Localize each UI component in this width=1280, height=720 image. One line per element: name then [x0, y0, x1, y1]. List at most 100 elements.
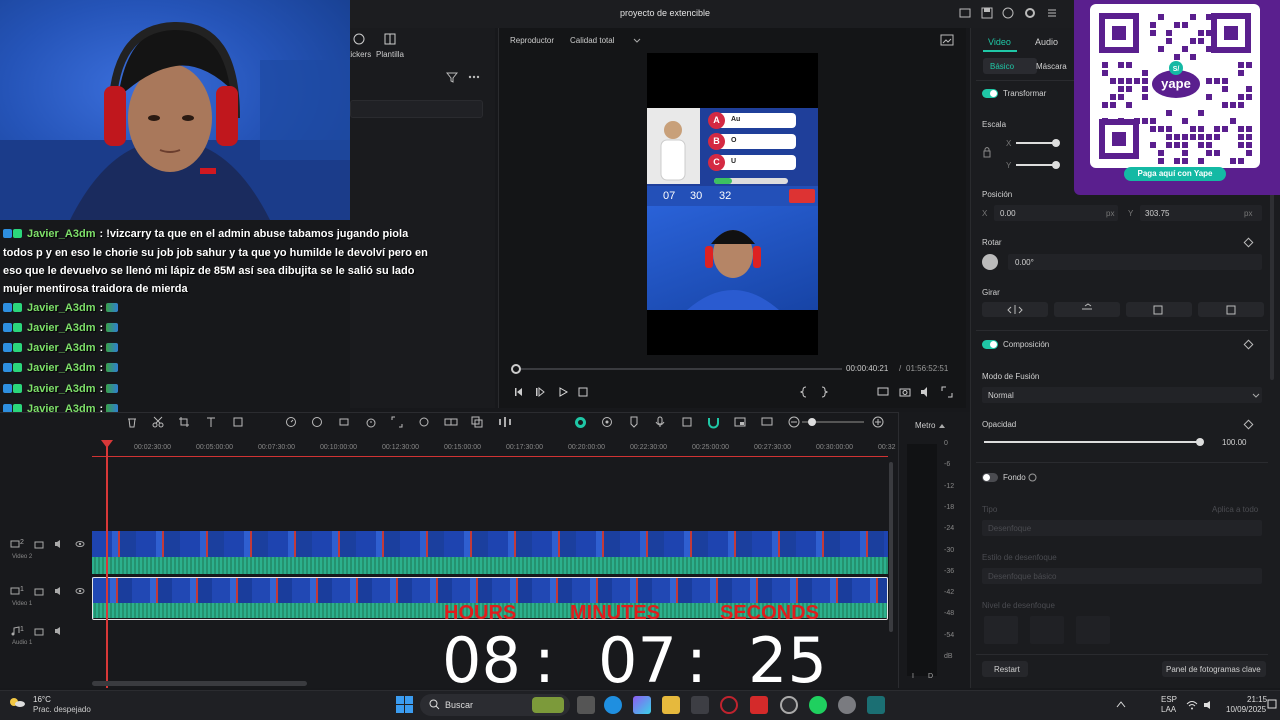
- more-icon[interactable]: [468, 71, 480, 83]
- weather-temp[interactable]: 16°C: [33, 695, 51, 704]
- chat-username[interactable]: Javier_A3dm: [27, 362, 96, 374]
- store-icon[interactable]: [691, 696, 709, 714]
- chat-username[interactable]: Javier_A3dm: [27, 228, 96, 240]
- play-icon[interactable]: [557, 386, 569, 398]
- edge-icon[interactable]: [604, 696, 622, 714]
- lang-region[interactable]: LAA: [1161, 705, 1176, 714]
- filter-icon[interactable]: [446, 71, 458, 83]
- folder-icon[interactable]: [34, 626, 44, 636]
- playback-scrubber[interactable]: [516, 368, 842, 370]
- background-toggle[interactable]: [982, 473, 998, 482]
- lock-icon[interactable]: [983, 146, 991, 158]
- settings-icon[interactable]: [1045, 6, 1059, 20]
- folder-icon[interactable]: [34, 539, 44, 549]
- video-2-audio-waveform[interactable]: [92, 557, 888, 574]
- meter-label[interactable]: Metro: [915, 421, 935, 430]
- wps-icon[interactable]: [750, 696, 768, 714]
- quality-select[interactable]: Calidad total: [570, 36, 614, 45]
- timer-icon[interactable]: [365, 416, 377, 428]
- mark-in-icon[interactable]: [799, 386, 809, 398]
- eye-icon[interactable]: [75, 539, 85, 549]
- help-icon[interactable]: [1028, 473, 1037, 482]
- windows-start-icon[interactable]: [396, 696, 413, 713]
- delete-icon[interactable]: [126, 416, 138, 428]
- snapshot-icon[interactable]: [940, 34, 954, 46]
- scale-y-knob[interactable]: [1052, 161, 1060, 169]
- gear-app-icon[interactable]: [838, 696, 856, 714]
- chat-username[interactable]: Javier_A3dm: [27, 383, 96, 395]
- transition-icon[interactable]: [444, 416, 458, 428]
- color-icon[interactable]: [311, 416, 323, 428]
- crop-icon[interactable]: [178, 416, 190, 428]
- type-select[interactable]: Desenfoque: [982, 520, 1262, 536]
- monitor-icon[interactable]: [877, 386, 889, 398]
- opacity-value[interactable]: 100.00: [1222, 438, 1246, 447]
- zoom-knob[interactable]: [808, 418, 816, 426]
- filmora-icon[interactable]: [867, 696, 885, 714]
- scale-y-slider[interactable]: [1016, 164, 1056, 166]
- pos-y-field[interactable]: 303.75 px: [1140, 205, 1262, 221]
- volume-tray-icon[interactable]: [1203, 700, 1215, 710]
- camera-icon[interactable]: [899, 386, 911, 398]
- group-icon[interactable]: [471, 416, 483, 428]
- taskbar-search[interactable]: Buscar: [420, 694, 570, 716]
- clock-time[interactable]: 21:15: [1247, 695, 1267, 704]
- copilot-icon[interactable]: [633, 696, 651, 714]
- wifi-icon[interactable]: [1186, 700, 1198, 710]
- opacity-knob[interactable]: [1196, 438, 1204, 446]
- scrubber-handle[interactable]: [511, 364, 521, 374]
- pip-icon[interactable]: [734, 416, 746, 428]
- blur-level-option[interactable]: [1076, 616, 1110, 644]
- transform-toggle[interactable]: [982, 89, 998, 98]
- mic-icon[interactable]: [654, 416, 666, 428]
- mute-icon[interactable]: [54, 539, 64, 549]
- rotate-dial[interactable]: [982, 254, 998, 270]
- opacity-slider[interactable]: [984, 441, 1200, 443]
- mask-icon[interactable]: [418, 416, 430, 428]
- volume-icon[interactable]: [920, 386, 932, 398]
- weather-desc[interactable]: Prac. despejado: [33, 705, 91, 714]
- timeline-vscrollbar[interactable]: [889, 462, 893, 632]
- flip-horizontal-button[interactable]: [982, 302, 1048, 317]
- video-2-clip[interactable]: [92, 531, 888, 557]
- chevron-up-icon[interactable]: [1116, 700, 1126, 708]
- reset-button[interactable]: Restart: [982, 661, 1028, 677]
- chat-username[interactable]: Javier_A3dm: [27, 302, 96, 314]
- prev-frame-icon[interactable]: [513, 386, 525, 398]
- magnet-icon[interactable]: [707, 416, 720, 429]
- caret-up-icon[interactable]: [939, 423, 945, 428]
- cloud-icon[interactable]: [1001, 6, 1015, 20]
- taskview-icon[interactable]: [577, 696, 595, 714]
- fit-icon[interactable]: [391, 416, 403, 428]
- subtab-mask[interactable]: Máscara: [1036, 62, 1067, 71]
- playhead[interactable]: [106, 440, 108, 688]
- mute-icon[interactable]: [54, 626, 64, 636]
- scale-x-slider[interactable]: [1016, 142, 1056, 144]
- play-backward-icon[interactable]: [535, 386, 547, 398]
- tab-plantilla[interactable]: Plantilla: [373, 32, 407, 59]
- gear-icon[interactable]: [1023, 6, 1037, 20]
- render-icon[interactable]: [574, 416, 587, 429]
- screen-icon[interactable]: [761, 416, 773, 428]
- folder-icon[interactable]: [34, 586, 44, 596]
- rotate-left-button[interactable]: [1126, 302, 1192, 317]
- zoom-in-icon[interactable]: [872, 416, 884, 428]
- snap-icon[interactable]: [601, 416, 613, 428]
- stop-icon[interactable]: [577, 386, 589, 398]
- eye-icon[interactable]: [75, 586, 85, 596]
- rotate-right-button[interactable]: [1198, 302, 1264, 317]
- shape-icon[interactable]: [232, 416, 244, 428]
- blur-style-select[interactable]: Desenfoque básico: [982, 568, 1262, 584]
- cut-icon[interactable]: [152, 416, 164, 428]
- save-icon[interactable]: [980, 6, 994, 20]
- clock-date[interactable]: 10/09/2025: [1226, 705, 1266, 714]
- blur-level-option[interactable]: [984, 616, 1018, 644]
- mute-icon[interactable]: [54, 586, 64, 596]
- scale-x-knob[interactable]: [1052, 139, 1060, 147]
- subtab-basic[interactable]: Básico: [990, 62, 1014, 71]
- marker-icon[interactable]: [628, 416, 640, 428]
- pos-x-field[interactable]: 0.00 px: [994, 205, 1118, 221]
- app-red-icon[interactable]: [720, 696, 738, 714]
- chat-username[interactable]: Javier_A3dm: [27, 342, 96, 354]
- explorer-icon[interactable]: [662, 696, 680, 714]
